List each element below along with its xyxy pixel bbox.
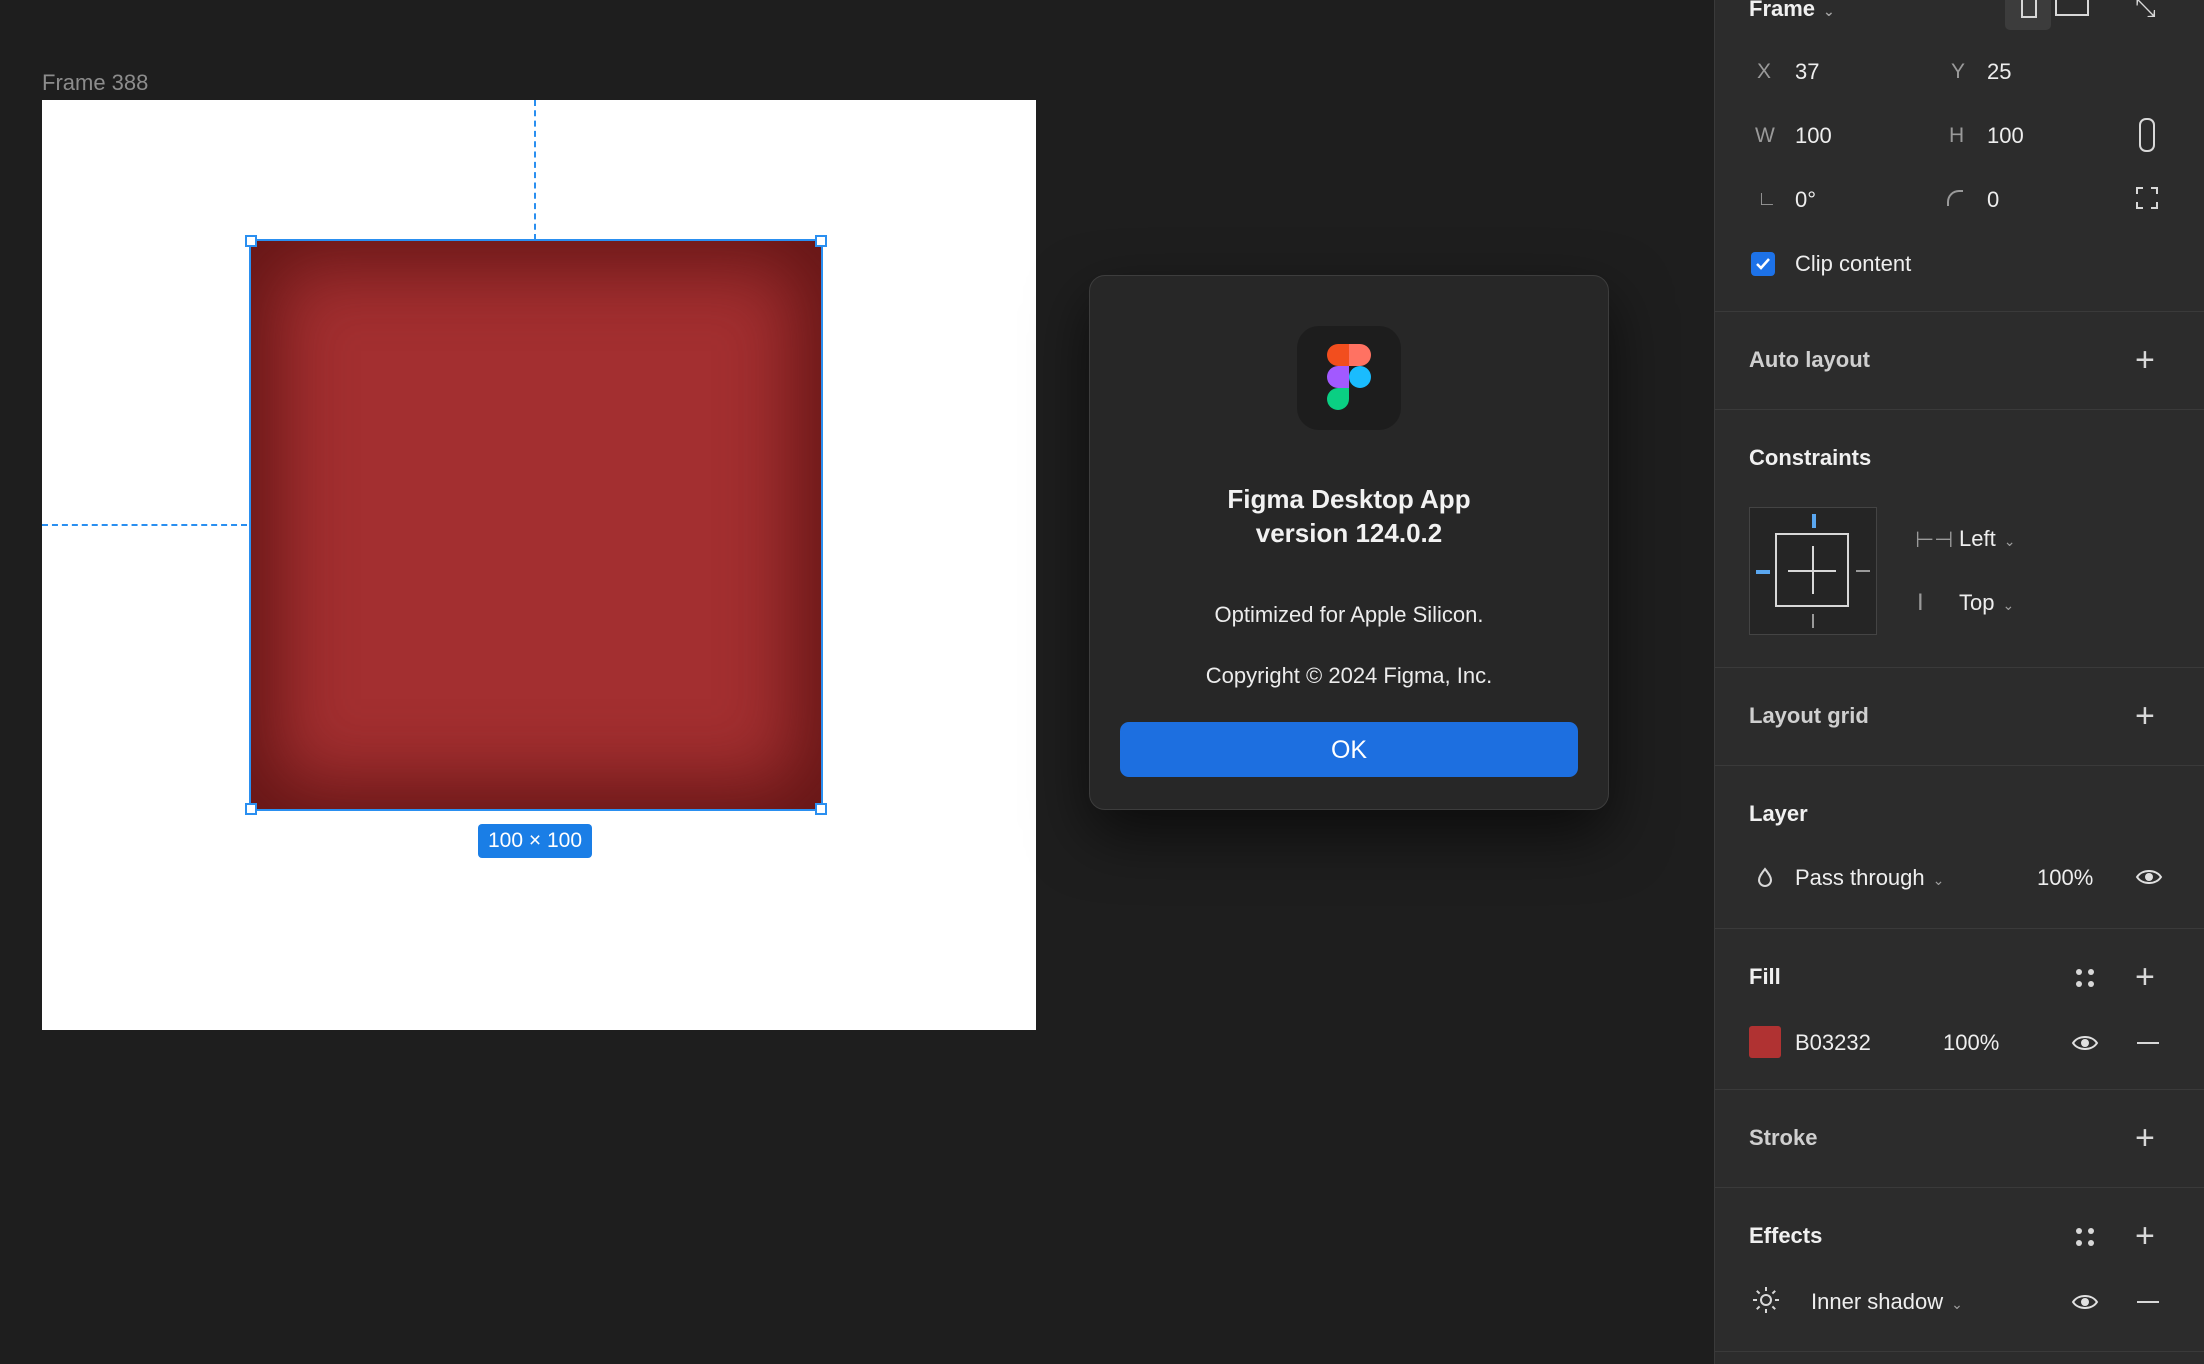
- dialog-title-line2: version 124.0.2: [1255, 518, 1443, 548]
- layout-grid-title: Layout grid: [1749, 703, 1869, 728]
- clip-content-label[interactable]: Clip content: [1795, 251, 1911, 277]
- blend-mode-dropdown[interactable]: Pass through ⌄: [1795, 865, 1944, 891]
- selected-rectangle[interactable]: [249, 239, 823, 811]
- corner-radius-icon: [1947, 190, 1963, 206]
- resize-handle-bottom-left[interactable]: [245, 803, 257, 815]
- horizontal-constraint-icon: ⊢⊣: [1915, 527, 1954, 552]
- portrait-orientation-icon[interactable]: [2005, 0, 2051, 30]
- fill-hex-input[interactable]: B03232: [1795, 1030, 1871, 1056]
- add-auto-layout-plus-icon[interactable]: +: [2135, 343, 2155, 377]
- independent-corners-icon[interactable]: [2135, 186, 2159, 210]
- add-stroke-plus-icon[interactable]: +: [2135, 1121, 2155, 1155]
- dialog-copyright-text: Copyright © 2024 Figma, Inc.: [1205, 663, 1493, 688]
- remove-fill-minus-icon[interactable]: [2137, 1042, 2159, 1044]
- fill-title: Fill: [1749, 964, 1781, 989]
- h-input[interactable]: 100: [1987, 123, 2024, 149]
- fill-color-swatch[interactable]: [1749, 1026, 1781, 1058]
- stroke-section: Stroke +: [1715, 1089, 2204, 1188]
- stroke-title: Stroke: [1749, 1125, 1818, 1150]
- fill-opacity-input[interactable]: 100%: [1943, 1030, 1999, 1056]
- w-input[interactable]: 100: [1795, 123, 1832, 149]
- effects-title: Effects: [1749, 1223, 1823, 1248]
- x-label: X: [1757, 60, 1772, 83]
- effect-type-dropdown[interactable]: Inner shadow ⌄: [1811, 1289, 1963, 1315]
- effects-section: Effects + Inner shadow ⌄: [1715, 1187, 2204, 1352]
- layer-section: Layer Pass through ⌄ 100%: [1715, 765, 2204, 929]
- layer-opacity-input[interactable]: 100%: [2037, 865, 2093, 891]
- y-input[interactable]: 25: [1987, 59, 2011, 85]
- add-layout-grid-plus-icon[interactable]: +: [2135, 699, 2155, 733]
- rotation-input[interactable]: 0°: [1795, 187, 1816, 213]
- horizontal-constraint-dropdown[interactable]: Left ⌄: [1959, 526, 2015, 552]
- auto-layout-title: Auto layout: [1749, 347, 1870, 372]
- h-label: H: [1949, 124, 1965, 147]
- constraints-widget[interactable]: [1749, 507, 1877, 635]
- effect-settings-sun-icon[interactable]: [1751, 1285, 1781, 1315]
- frame-section-title[interactable]: Frame ⌄: [1749, 0, 1835, 22]
- fill-section: Fill + B03232 100%: [1715, 928, 2204, 1090]
- x-input[interactable]: 37: [1795, 59, 1819, 85]
- constraints-title: Constraints: [1749, 445, 1872, 470]
- fill-eye-icon[interactable]: [2071, 1032, 2099, 1054]
- blend-mode-drop-icon: [1755, 867, 1775, 887]
- dialog-title-line1: Figma Desktop App: [1227, 484, 1471, 514]
- resize-handle-bottom-right[interactable]: [815, 803, 827, 815]
- layer-title: Layer: [1749, 801, 1808, 826]
- layout-grid-section: Layout grid +: [1715, 667, 2204, 766]
- vertical-constraint-icon: I: [1917, 589, 1924, 616]
- add-fill-plus-icon[interactable]: +: [2135, 960, 2155, 994]
- frame-name-label[interactable]: Frame 388: [42, 70, 148, 96]
- effect-eye-icon[interactable]: [2071, 1291, 2099, 1313]
- resize-handle-top-right[interactable]: [815, 235, 827, 247]
- resize-handle-top-left[interactable]: [245, 235, 257, 247]
- add-effect-plus-icon[interactable]: +: [2135, 1219, 2155, 1253]
- corner-radius-input[interactable]: 0: [1987, 187, 1999, 213]
- w-label: W: [1755, 124, 1775, 147]
- resize-to-fit-icon[interactable]: ⤡: [2135, 0, 2156, 24]
- y-label: Y: [1951, 60, 1966, 83]
- rotation-icon: ∟: [1757, 188, 1777, 210]
- constrain-proportions-icon[interactable]: [2139, 118, 2155, 152]
- about-dialog: Figma Desktop App version 124.0.2 Optimi…: [1089, 275, 1609, 810]
- effect-styles-icon[interactable]: [2073, 1225, 2097, 1249]
- auto-layout-section: Auto layout +: [1715, 311, 2204, 410]
- remove-effect-minus-icon[interactable]: [2137, 1301, 2159, 1303]
- design-properties-panel: Frame ⌄ ⤡ X 37 Y 25 W 100 H 100 ∟ 0° 0 Cl…: [1714, 0, 2204, 1364]
- constraints-section: Constraints ⊢⊣ Left ⌄ I Top ⌄: [1715, 409, 2204, 668]
- horizontal-distance-guide: [42, 524, 247, 526]
- selection-size-badge: 100 × 100: [478, 824, 593, 858]
- eye-icon[interactable]: [2135, 866, 2163, 888]
- ok-button[interactable]: OK: [1120, 722, 1578, 777]
- frame-section: Frame ⌄ ⤡ X 37 Y 25 W 100 H 100 ∟ 0° 0 Cl…: [1715, 0, 2204, 312]
- fill-styles-icon[interactable]: [2073, 966, 2097, 990]
- clip-content-checkbox[interactable]: [1751, 252, 1775, 276]
- vertical-distance-guide: [534, 100, 536, 240]
- vertical-constraint-dropdown[interactable]: Top ⌄: [1959, 590, 2014, 616]
- landscape-orientation-icon[interactable]: [2055, 0, 2089, 16]
- dialog-optimized-text: Optimized for Apple Silicon.: [1214, 602, 1484, 627]
- figma-logo-icon: [1297, 326, 1401, 430]
